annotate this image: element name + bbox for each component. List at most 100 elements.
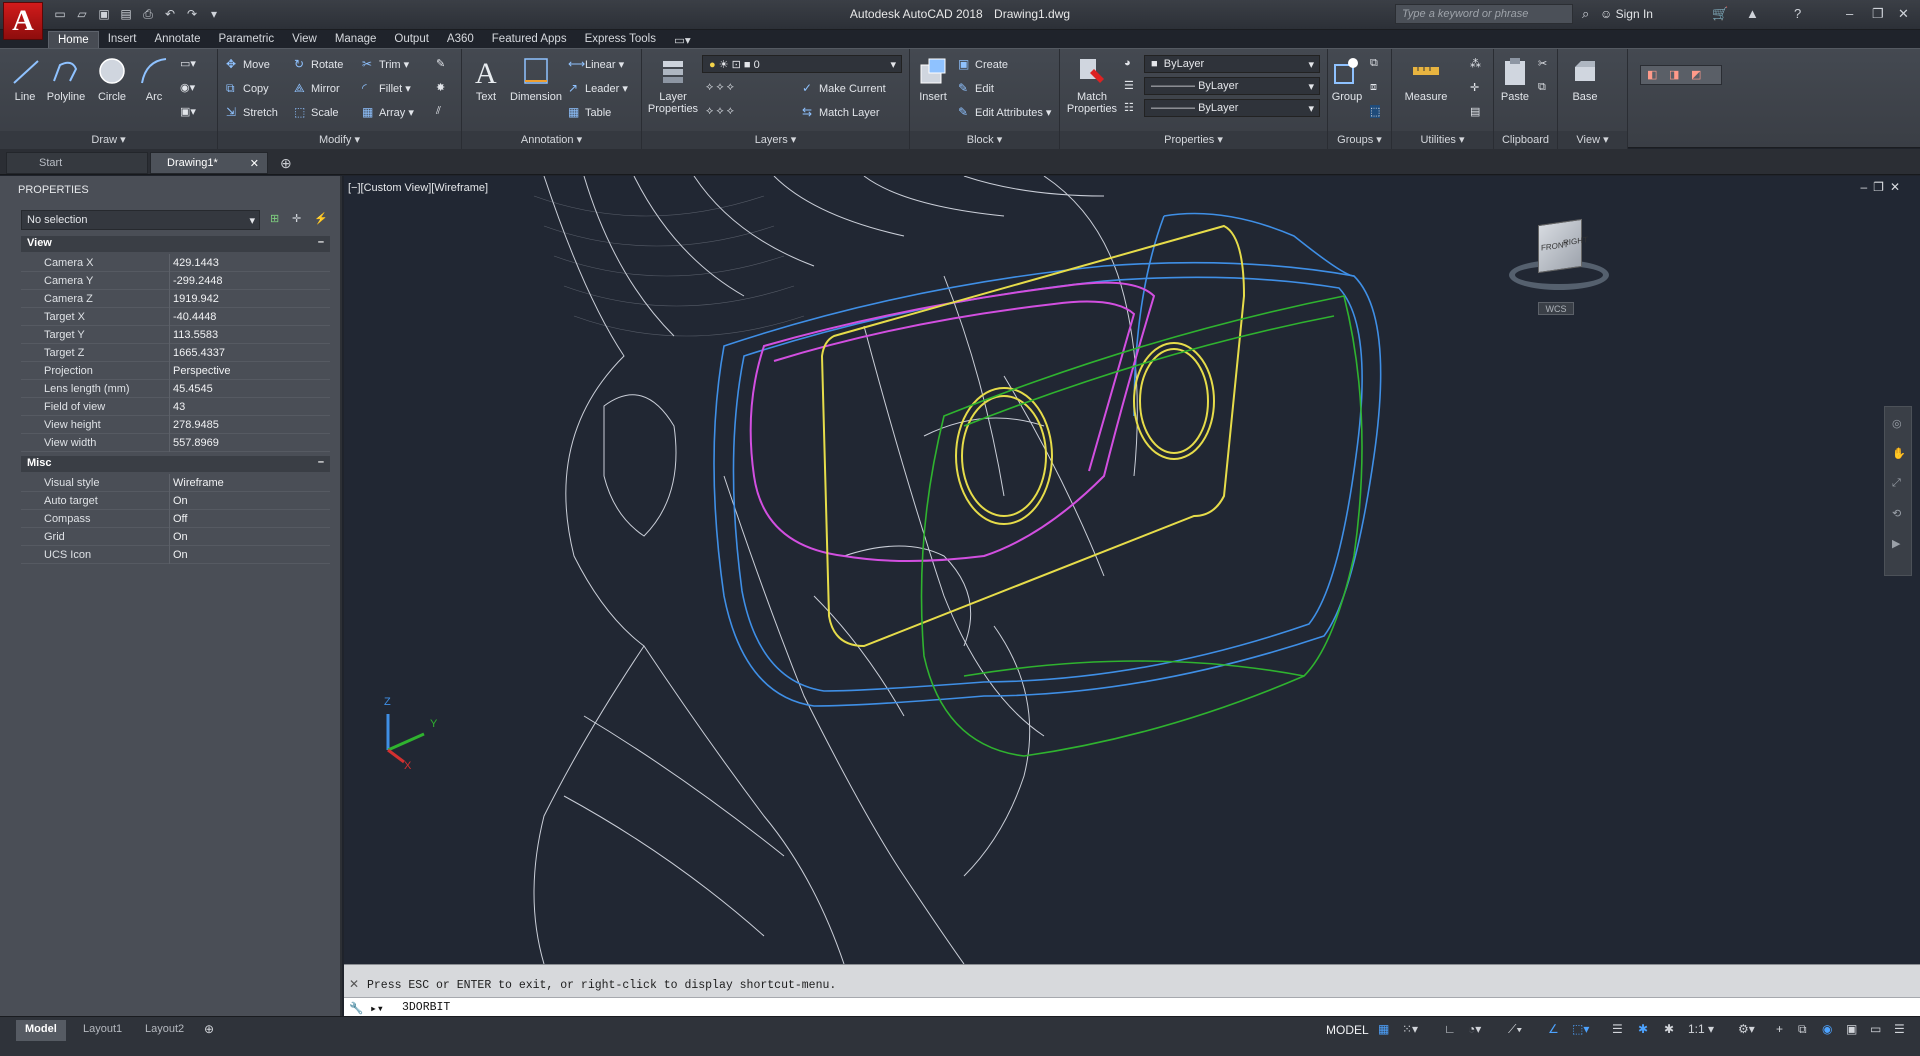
- grid-icon[interactable]: ▦: [1378, 1022, 1389, 1036]
- property-value[interactable]: 45.4545: [173, 383, 213, 395]
- property-row[interactable]: Camera X 429.1443: [21, 254, 330, 272]
- tab-a360[interactable]: A360: [438, 31, 483, 48]
- new-tab-icon[interactable]: ⊕: [280, 155, 292, 172]
- restore-icon[interactable]: ❐: [1872, 6, 1884, 22]
- rectangle-icon[interactable]: ▭▾: [180, 57, 196, 70]
- color-wheel-icon[interactable]: ◕: [1124, 57, 1131, 69]
- match-layer-button[interactable]: ⇆ Match Layer: [802, 105, 880, 119]
- model-space-button[interactable]: MODEL: [1322, 1021, 1373, 1039]
- edit-block-button[interactable]: ✎ Edit: [958, 81, 994, 95]
- property-row[interactable]: Visual style Wireframe: [21, 474, 330, 492]
- object-snap-icon[interactable]: ⬚▾: [1572, 1022, 1589, 1036]
- undo-icon[interactable]: ↶: [162, 6, 178, 22]
- object-snap-tracking-icon[interactable]: ∠: [1548, 1022, 1559, 1036]
- block-panel-label[interactable]: Block ▾: [910, 131, 1059, 149]
- tab-start[interactable]: Start: [6, 152, 148, 174]
- group-button[interactable]: Group: [1330, 55, 1364, 103]
- property-value[interactable]: -299.2448: [173, 275, 223, 287]
- hardware-acceleration-icon[interactable]: ▣: [1846, 1022, 1857, 1036]
- annotation-scale-dropdown[interactable]: 1:1 ▾: [1688, 1022, 1714, 1036]
- ungroup-icon[interactable]: ⧉: [1370, 57, 1378, 70]
- explode-icon[interactable]: ✸: [436, 81, 445, 94]
- mirror-button[interactable]: ⟁ Mirror: [294, 81, 340, 96]
- ortho-icon[interactable]: ∟: [1444, 1022, 1456, 1036]
- clipboard-panel-label[interactable]: Clipboard: [1494, 131, 1557, 149]
- property-value[interactable]: -40.4448: [173, 311, 216, 323]
- add-layout-icon[interactable]: ⊕: [204, 1022, 214, 1036]
- property-row[interactable]: View height 278.9485: [21, 416, 330, 434]
- layer-tools-icon[interactable]: ⟡ ⟡ ⟡: [706, 81, 734, 94]
- array-button[interactable]: ▦ Array ▾: [362, 105, 414, 119]
- properties-ribbon-panel-label[interactable]: Properties ▾: [1060, 131, 1327, 149]
- linetype-dropdown[interactable]: ———— ByLayer ▾: [1144, 77, 1320, 95]
- leader-button[interactable]: ↗ Leader ▾: [568, 81, 628, 95]
- copy-clip-icon[interactable]: ⧉: [1538, 81, 1546, 94]
- tab-model[interactable]: Model: [16, 1020, 66, 1041]
- property-row[interactable]: UCS Icon On: [21, 546, 330, 564]
- tab-drawing1[interactable]: Drawing1* ✕: [150, 152, 268, 174]
- base-view-button[interactable]: Base: [1568, 55, 1602, 103]
- close-command-line-icon[interactable]: ✕: [349, 977, 359, 991]
- minimize-icon[interactable]: –: [1846, 6, 1853, 21]
- tab-output[interactable]: Output: [385, 31, 438, 48]
- property-row[interactable]: Lens length (mm) 45.4545: [21, 380, 330, 398]
- property-value[interactable]: 429.1443: [173, 257, 219, 269]
- view-panel-label[interactable]: View ▾: [1558, 131, 1627, 149]
- drawing-viewport[interactable]: [−][Custom View][Wireframe] –❐✕ FRONT RI…: [344, 176, 1920, 964]
- rotate-button[interactable]: ↻ Rotate: [294, 57, 343, 71]
- tab-annotate[interactable]: Annotate: [145, 31, 209, 48]
- close-tab-icon[interactable]: ✕: [250, 157, 259, 170]
- recent-commands-icon[interactable]: ▸▾: [370, 1001, 384, 1016]
- tab-featured-apps[interactable]: Featured Apps: [483, 31, 576, 48]
- save-as-icon[interactable]: ▤: [118, 6, 134, 22]
- move-button[interactable]: ✥ Move: [226, 57, 270, 71]
- measure-button[interactable]: Measure: [1398, 55, 1454, 103]
- toolbar-tool-3-icon[interactable]: ◩: [1691, 68, 1701, 81]
- groups-panel-label[interactable]: Groups ▾: [1328, 131, 1391, 149]
- utilities-panel-label[interactable]: Utilities ▾: [1392, 131, 1493, 149]
- table-button[interactable]: ▦ Table: [568, 105, 611, 119]
- wcs-menu[interactable]: WCS: [1538, 302, 1574, 315]
- property-value[interactable]: On: [173, 549, 188, 561]
- help-icon[interactable]: ?: [1794, 6, 1801, 21]
- tab-layout2[interactable]: Layout2: [136, 1020, 193, 1041]
- save-icon[interactable]: ▣: [96, 6, 112, 22]
- selection-dropdown[interactable]: No selection ▾: [21, 210, 260, 230]
- redo-icon[interactable]: ↷: [184, 6, 200, 22]
- create-block-button[interactable]: ▣ Create: [958, 57, 1008, 71]
- stretch-button[interactable]: ⇲ Stretch: [226, 105, 278, 119]
- toggle-pickadd-icon[interactable]: ⊞: [270, 212, 279, 225]
- text-button[interactable]: A Text: [470, 55, 502, 103]
- copy-button[interactable]: ⧉ Copy: [226, 81, 269, 96]
- property-row[interactable]: Auto target On: [21, 492, 330, 510]
- isolate-objects-icon[interactable]: ◉: [1822, 1022, 1832, 1036]
- arc-button[interactable]: Arc: [138, 55, 170, 103]
- customization-menu-icon[interactable]: ☰: [1894, 1022, 1905, 1036]
- property-value[interactable]: 1919.942: [173, 293, 219, 305]
- property-row[interactable]: Target X -40.4448: [21, 308, 330, 326]
- edit-attributes-button[interactable]: ✎ Edit Attributes ▾: [958, 105, 1051, 119]
- scale-button[interactable]: ⬚ Scale: [294, 105, 339, 119]
- annotation-visibility-icon[interactable]: ✱: [1638, 1022, 1648, 1036]
- collapse-icon[interactable]: –: [318, 456, 324, 468]
- annotation-panel-label[interactable]: Annotation ▾: [462, 131, 641, 149]
- property-row[interactable]: Field of view 43: [21, 398, 330, 416]
- section-view-header[interactable]: View –: [21, 236, 330, 252]
- polar-icon[interactable]: ◔▾: [1468, 1022, 1481, 1036]
- property-value[interactable]: 278.9485: [173, 419, 219, 431]
- circle-button[interactable]: Circle: [94, 55, 130, 103]
- property-row[interactable]: Target Z 1665.4337: [21, 344, 330, 362]
- tab-home[interactable]: Home: [48, 31, 99, 48]
- cut-icon[interactable]: ✂: [1538, 57, 1547, 70]
- trim-button[interactable]: ✂ Trim ▾: [362, 57, 409, 71]
- tab-parametric[interactable]: Parametric: [210, 31, 284, 48]
- showmotion-icon[interactable]: ▶: [1892, 537, 1900, 550]
- draw-panel-label[interactable]: Draw ▾: [0, 131, 217, 149]
- units-icon[interactable]: ⧉: [1798, 1022, 1807, 1037]
- group-edit-icon[interactable]: ⧈: [1370, 81, 1377, 94]
- property-value[interactable]: Wireframe: [173, 477, 224, 489]
- property-value[interactable]: Perspective: [173, 365, 230, 377]
- exchange-icon[interactable]: ▲: [1746, 6, 1759, 21]
- hatch-icon[interactable]: ◉▾: [180, 81, 195, 94]
- group-select-icon[interactable]: ⬚: [1370, 105, 1381, 118]
